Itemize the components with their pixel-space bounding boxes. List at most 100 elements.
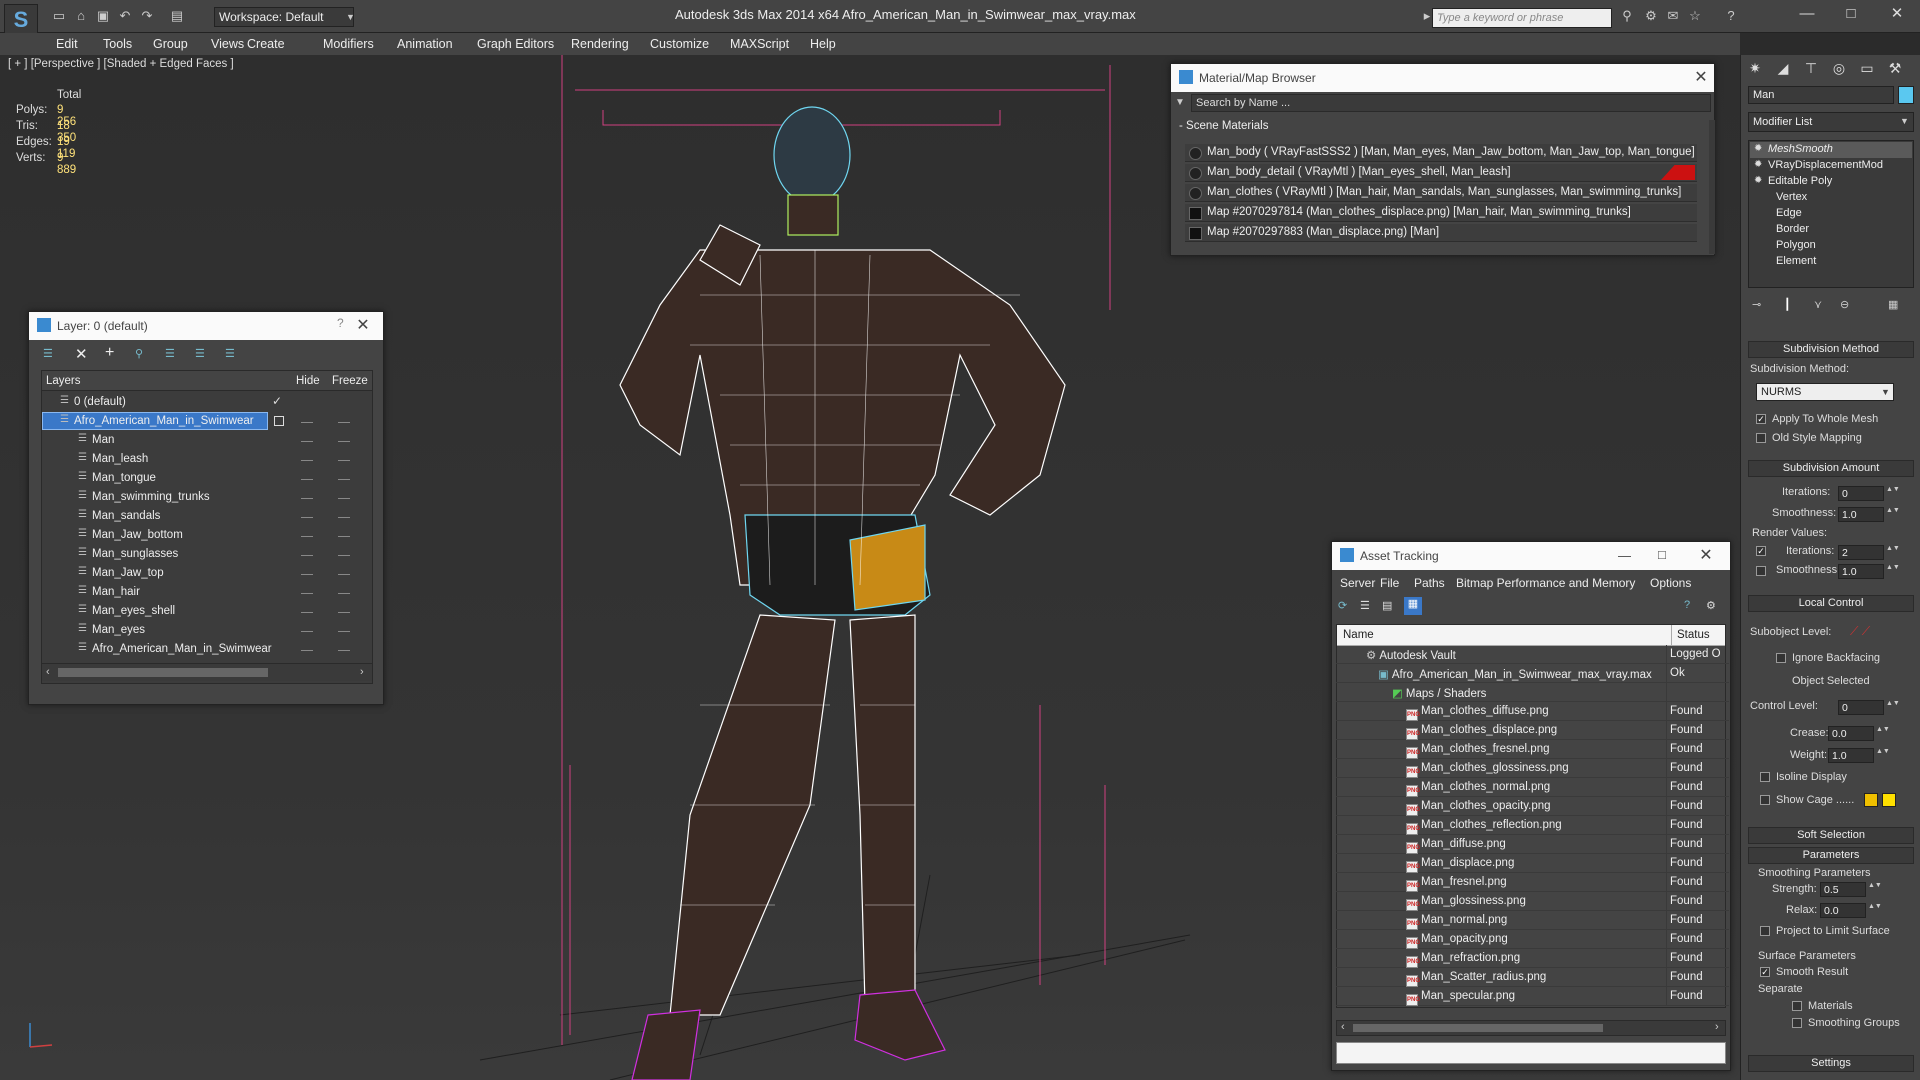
menu-item-views[interactable]: Views xyxy=(211,37,244,51)
delete-icon[interactable]: ✕ xyxy=(75,345,88,363)
light-bulb-icon[interactable]: ✹ xyxy=(1754,143,1762,154)
help-icon[interactable]: ? xyxy=(1722,8,1740,24)
subdivision-method-select[interactable]: NURMS xyxy=(1756,383,1894,401)
vertical-scrollbar[interactable] xyxy=(1709,120,1715,254)
rollout-settings[interactable]: Settings xyxy=(1748,1055,1914,1072)
modifier-stack-item[interactable]: Edge xyxy=(1750,206,1912,222)
undo-icon[interactable]: ↶ xyxy=(116,8,134,24)
workspace-select[interactable]: Workspace: Default xyxy=(214,7,354,27)
asset-row[interactable]: PNGMan_clothes_displace.png Found xyxy=(1336,721,1729,740)
asset-row[interactable]: PNGMan_displace.png Found xyxy=(1336,854,1729,873)
asset-path-field[interactable] xyxy=(1336,1042,1726,1064)
weight-spinner[interactable]: 1.0 xyxy=(1828,748,1874,763)
modifier-list-select[interactable]: Modifier List xyxy=(1748,112,1914,132)
help-icon[interactable]: ? xyxy=(337,316,344,330)
new-layer-icon[interactable]: ☰ xyxy=(43,347,53,360)
hide-toggle[interactable] xyxy=(301,536,313,537)
control-level-spinner[interactable]: 0 xyxy=(1838,700,1884,715)
column-freeze[interactable]: Freeze xyxy=(332,375,368,387)
layer-row[interactable]: ☰ Man_tongue xyxy=(42,469,372,488)
layer-name[interactable]: 0 (default) xyxy=(74,396,126,408)
chevron-left-icon[interactable]: ‹ xyxy=(46,666,50,678)
horizontal-scrollbar[interactable]: ‹ › xyxy=(1336,1020,1726,1036)
layer-row[interactable]: ☰ Man_sandals xyxy=(42,507,372,526)
menu-item-tools[interactable]: Tools xyxy=(103,37,132,51)
rollout-parameters[interactable]: Parameters xyxy=(1748,847,1914,864)
tree-view-icon[interactable]: ▤ xyxy=(1382,599,1392,612)
layer-row[interactable]: ☰ Man_Jaw_top xyxy=(42,564,372,583)
menu-item-animation[interactable]: Animation xyxy=(397,37,453,51)
add-icon[interactable]: + xyxy=(105,344,114,362)
layer-name[interactable]: Man_swimming_trunks xyxy=(92,491,210,503)
menu-item-maxscript[interactable]: MAXScript xyxy=(730,37,789,51)
hide-toggle[interactable] xyxy=(301,441,313,442)
settings-icon[interactable]: ⚙ xyxy=(1706,599,1716,612)
menu-item-graph-editors[interactable]: Graph Editors xyxy=(477,37,554,51)
menu-item-help[interactable]: Help xyxy=(810,37,836,51)
layer-name[interactable]: Afro_American_Man_in_Swimwear xyxy=(92,643,272,655)
layer-name[interactable]: Man_Jaw_bottom xyxy=(92,529,183,541)
menu-item-rendering[interactable]: Rendering xyxy=(571,37,629,51)
layer-row[interactable]: ☰ Man_Jaw_bottom xyxy=(42,526,372,545)
menu-item-modifiers[interactable]: Modifiers xyxy=(323,37,374,51)
hide-toggle[interactable] xyxy=(301,517,313,518)
cage-color-swatch[interactable] xyxy=(1864,793,1878,807)
spinner-arrows-icon[interactable]: ▲▼ xyxy=(1876,748,1890,755)
hide-toggle[interactable] xyxy=(301,460,313,461)
smooth-result-checkbox[interactable]: ✓ xyxy=(1760,967,1770,977)
layer-name[interactable]: Man_tongue xyxy=(92,472,156,484)
close-icon[interactable]: ✕ xyxy=(353,316,373,336)
asset-row[interactable]: PNGMan_clothes_glossiness.png Found xyxy=(1336,759,1729,778)
hierarchy-icon[interactable]: ⊤ xyxy=(1800,58,1822,78)
create-icon[interactable]: ✷ xyxy=(1744,58,1766,78)
material-row[interactable]: Map #2070297883 (Man_displace.png) [Man] xyxy=(1185,224,1697,242)
new-file-icon[interactable]: ▭ xyxy=(50,8,68,24)
layer-row[interactable]: ☰ Man xyxy=(42,431,372,450)
freeze-toggle[interactable] xyxy=(338,612,350,613)
freeze-toggle[interactable] xyxy=(338,498,350,499)
render-smoothness-spinner[interactable]: 1.0 xyxy=(1838,564,1884,579)
freeze-toggle[interactable] xyxy=(338,555,350,556)
subobject-level-icon[interactable]: ⟋ ⟋ xyxy=(1850,624,1870,639)
chevron-right-icon[interactable]: › xyxy=(1715,1021,1719,1033)
asset-row[interactable]: PNGMan_clothes_diffuse.png Found xyxy=(1336,702,1729,721)
layer-name[interactable]: Afro_American_Man_in_Swimwear xyxy=(74,415,254,427)
layer-name[interactable]: Man xyxy=(92,434,114,446)
layer-name[interactable]: Man_Jaw_top xyxy=(92,567,164,579)
spinner-arrows-icon[interactable]: ▲▼ xyxy=(1886,700,1900,707)
pin-stack-icon[interactable]: ⊸ xyxy=(1752,298,1761,311)
hide-toggle[interactable] xyxy=(301,593,313,594)
layer-row[interactable]: ☰ Man_eyes xyxy=(42,621,372,640)
spinner-arrows-icon[interactable]: ▲▼ xyxy=(1886,564,1900,571)
asset-row[interactable]: PNGMan_specular.png Found xyxy=(1336,987,1729,1006)
viewport-label[interactable]: [ + ] [Perspective ] [Shaded + Edged Fac… xyxy=(8,58,234,70)
smoothing-groups-checkbox[interactable] xyxy=(1792,1018,1802,1028)
layer-name[interactable]: Man_eyes xyxy=(92,624,145,636)
material-browser-title[interactable]: Material/Map Browser xyxy=(1171,64,1714,92)
layer-name[interactable]: Man_leash xyxy=(92,453,148,465)
scene-materials-header[interactable]: - Scene Materials xyxy=(1179,120,1268,132)
light-bulb-icon[interactable]: ✹ xyxy=(1754,175,1762,186)
close-icon[interactable]: ✕ xyxy=(1886,4,1908,24)
object-name-field[interactable]: Man xyxy=(1748,86,1894,104)
horizontal-scrollbar[interactable]: ‹ › xyxy=(42,663,372,681)
asset-row[interactable]: PNGMan_normal.png Found xyxy=(1336,911,1729,930)
relax-spinner[interactable]: 0.0 xyxy=(1820,903,1866,918)
binoculars-icon[interactable]: ⚲ xyxy=(1618,8,1636,24)
configure-sets-icon[interactable]: ▦ xyxy=(1888,298,1898,311)
project-folder-icon[interactable]: ▤ xyxy=(168,8,186,24)
spinner-arrows-icon[interactable]: ▲▼ xyxy=(1868,882,1882,889)
asset-tracking-title[interactable]: Asset Tracking xyxy=(1332,542,1730,570)
make-unique-icon[interactable]: ⋎ xyxy=(1814,298,1822,311)
chevron-down-icon[interactable]: ▼ xyxy=(1175,97,1185,108)
asset-row[interactable]: ◩ Maps / Shaders xyxy=(1336,683,1729,702)
hide-toggle[interactable] xyxy=(301,479,313,480)
at-menu-file[interactable]: File xyxy=(1380,576,1399,590)
hide-toggle[interactable] xyxy=(301,498,313,499)
layer-row[interactable]: ☰ Man_sunglasses xyxy=(42,545,372,564)
freeze-toggle[interactable] xyxy=(338,422,350,423)
column-name[interactable]: Name xyxy=(1343,629,1374,641)
layer-name[interactable]: Man_sunglasses xyxy=(92,548,178,560)
layer-row[interactable]: ☰ Afro_American_Man_in_Swimwear xyxy=(42,412,372,431)
search-input[interactable]: Search by Name ... xyxy=(1191,94,1711,112)
